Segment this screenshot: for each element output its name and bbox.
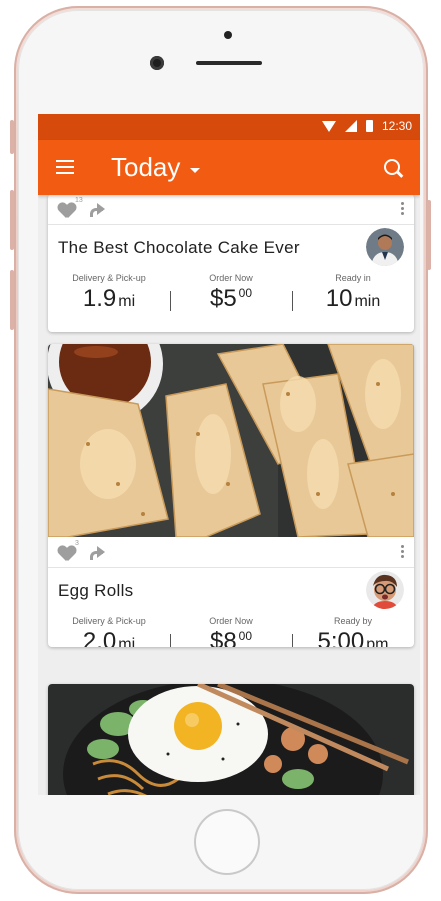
distance-unit: mi [118,636,136,647]
power-button [427,200,431,270]
earpiece-speaker [196,61,262,65]
price-value: 5 [223,285,237,312]
stat-label: Order Now [209,616,253,626]
ready-unit: min [354,293,381,310]
status-time: 12:30 [381,119,412,133]
stat-label: Order Now [209,273,253,283]
price-value: 8 [223,628,237,647]
ready-stat: Ready in 10 min [292,269,414,319]
food-photo[interactable] [48,344,414,537]
listing-card[interactable] [48,684,414,795]
card-stats: Delivery & Pick-up 2.0 mi Order Now $8 00 … [48,612,414,647]
price-cents: 00 [238,286,253,300]
distance-value: 1.9 [82,285,117,312]
volume-up-button [10,190,14,250]
ready-stat: Ready by 5:00 pm [292,612,414,647]
menu-icon[interactable] [56,160,74,174]
stat-label: Delivery & Pick-up [72,273,146,283]
currency-symbol: $ [209,628,224,647]
stat-label: Delivery & Pick-up [72,616,146,626]
price-cents: 00 [238,629,253,643]
distance-value: 2.0 [82,628,117,647]
front-camera [150,56,164,70]
app-bar: Today [38,140,420,195]
chef-avatar[interactable] [366,571,404,609]
ready-value: 10 [325,285,353,312]
distance-stat: Delivery & Pick-up 1.9 mi [48,269,170,319]
currency-symbol: $ [209,285,224,312]
volume-down-button [10,270,14,330]
card-actions: 3 [48,537,414,567]
share-icon[interactable] [88,545,105,560]
distance-unit: mi [118,293,136,310]
stat-label: Ready by [333,616,373,626]
like-count: 13 [75,197,83,204]
chef-avatar[interactable] [366,228,404,266]
ready-value: 5:00 [317,628,365,647]
more-vert-icon[interactable] [401,545,404,560]
card-actions: 13 [48,194,414,224]
stat-label: Ready in [335,273,371,283]
mute-switch [10,120,14,154]
food-photo[interactable] [48,684,414,795]
app-title: Today [111,152,181,182]
battery-icon [365,120,373,132]
listing-card[interactable]: 13 The Best Chocolate Cake Ever Delivery… [48,194,414,332]
screen: 12:30 Today 13 The Best Chocolate Cake E… [38,114,420,795]
home-button[interactable] [194,809,260,875]
listing-card[interactable]: 3 Egg Rolls Delivery & Pick-up 2.0 mi Or… [48,344,414,647]
distance-stat: Delivery & Pick-up 2.0 mi [48,612,170,647]
price-stat[interactable]: Order Now $8 00 [170,612,292,647]
heart-icon[interactable] [58,203,76,219]
card-stats: Delivery & Pick-up 1.9 mi Order Now $5 00 … [48,269,414,319]
signal-icon [344,120,357,132]
dish-title: Egg Rolls [58,581,134,600]
ready-unit: pm [366,636,389,647]
search-icon[interactable] [384,159,400,175]
status-bar: 12:30 [38,114,420,140]
caret-down-icon [190,168,201,173]
date-filter-dropdown[interactable]: Today [111,152,201,183]
heart-icon[interactable] [58,546,76,562]
share-icon[interactable] [88,202,105,217]
price-stat[interactable]: Order Now $5 00 [170,269,292,319]
proximity-sensor [224,31,232,39]
like-count: 3 [75,540,79,547]
wifi-icon [321,120,336,132]
more-vert-icon[interactable] [401,202,404,217]
dish-title: The Best Chocolate Cake Ever [58,238,300,257]
